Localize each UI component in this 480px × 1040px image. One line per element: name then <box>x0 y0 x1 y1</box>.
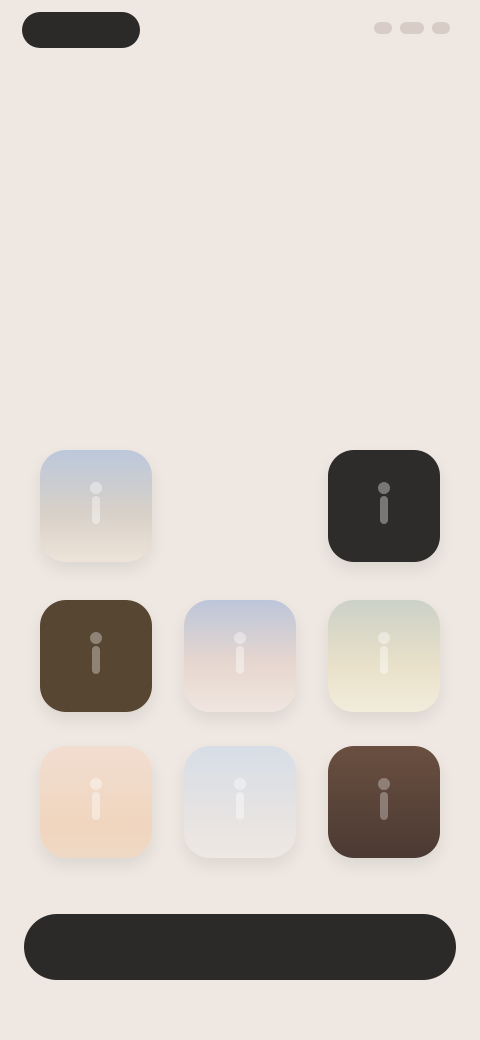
figure-icon <box>378 632 390 674</box>
figure-icon <box>378 778 390 820</box>
figure-icon <box>90 632 102 674</box>
figure-icon <box>234 632 246 674</box>
status-dot <box>374 22 392 34</box>
status-dot <box>432 22 450 34</box>
primary-button[interactable] <box>24 914 456 980</box>
figure-icon <box>90 778 102 820</box>
image-grid <box>40 450 440 967</box>
status-indicator <box>358 18 450 38</box>
image-tile-4[interactable] <box>184 600 296 712</box>
figure-icon <box>378 482 390 524</box>
top-left-pill-button[interactable] <box>22 12 140 48</box>
figure-icon <box>234 778 246 820</box>
image-tile-6[interactable] <box>40 746 152 858</box>
image-tile-8[interactable] <box>328 746 440 858</box>
app-screen <box>0 0 480 1040</box>
image-tile-2[interactable] <box>328 450 440 562</box>
image-tile-7[interactable] <box>184 746 296 858</box>
figure-icon <box>90 482 102 524</box>
image-tile-3[interactable] <box>40 600 152 712</box>
status-dot <box>400 22 424 34</box>
image-tile-1[interactable] <box>40 450 152 562</box>
image-tile-5[interactable] <box>328 600 440 712</box>
